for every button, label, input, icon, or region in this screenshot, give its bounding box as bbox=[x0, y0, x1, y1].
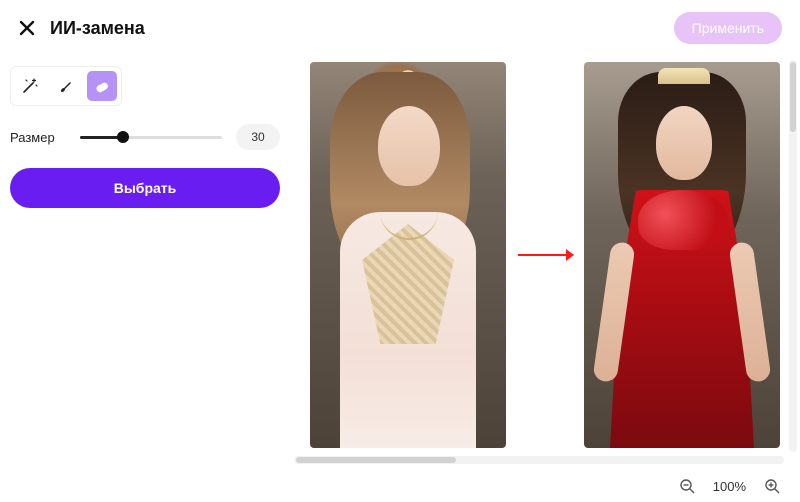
vertical-scroll-thumb[interactable] bbox=[790, 62, 796, 132]
page-title: ИИ-замена bbox=[50, 18, 145, 39]
zoom-in-icon bbox=[764, 478, 780, 494]
header: ИИ-замена Применить bbox=[0, 0, 800, 56]
zoom-out-button[interactable] bbox=[679, 478, 695, 494]
eraser-tool[interactable] bbox=[87, 71, 117, 101]
sidebar: Размер 30 Выбрать bbox=[0, 56, 290, 502]
size-value: 30 bbox=[236, 124, 280, 150]
magic-select-tool[interactable] bbox=[15, 71, 45, 101]
arrow-icon bbox=[516, 245, 574, 265]
horizontal-scrollbar[interactable] bbox=[294, 456, 784, 464]
horizontal-scroll-thumb[interactable] bbox=[296, 457, 456, 463]
tool-selector bbox=[10, 66, 122, 106]
apply-button[interactable]: Применить bbox=[674, 12, 782, 44]
brush-size-control: Размер 30 bbox=[10, 124, 280, 150]
source-image[interactable] bbox=[310, 62, 506, 448]
zoom-controls: 100% bbox=[679, 478, 780, 494]
brush-icon bbox=[57, 77, 75, 95]
zoom-in-button[interactable] bbox=[764, 478, 780, 494]
size-slider[interactable] bbox=[80, 136, 222, 139]
vertical-scrollbar[interactable] bbox=[789, 60, 797, 452]
zoom-out-icon bbox=[679, 478, 695, 494]
select-button[interactable]: Выбрать bbox=[10, 168, 280, 208]
size-label: Размер bbox=[10, 130, 66, 145]
slider-thumb[interactable] bbox=[117, 131, 129, 143]
close-icon bbox=[18, 19, 36, 37]
eraser-icon bbox=[93, 77, 111, 95]
wand-icon bbox=[21, 77, 39, 95]
close-button[interactable] bbox=[18, 19, 36, 37]
result-image[interactable] bbox=[584, 62, 780, 448]
canvas-area: 100% bbox=[290, 56, 800, 502]
brush-tool[interactable] bbox=[51, 71, 81, 101]
zoom-level: 100% bbox=[713, 479, 746, 494]
